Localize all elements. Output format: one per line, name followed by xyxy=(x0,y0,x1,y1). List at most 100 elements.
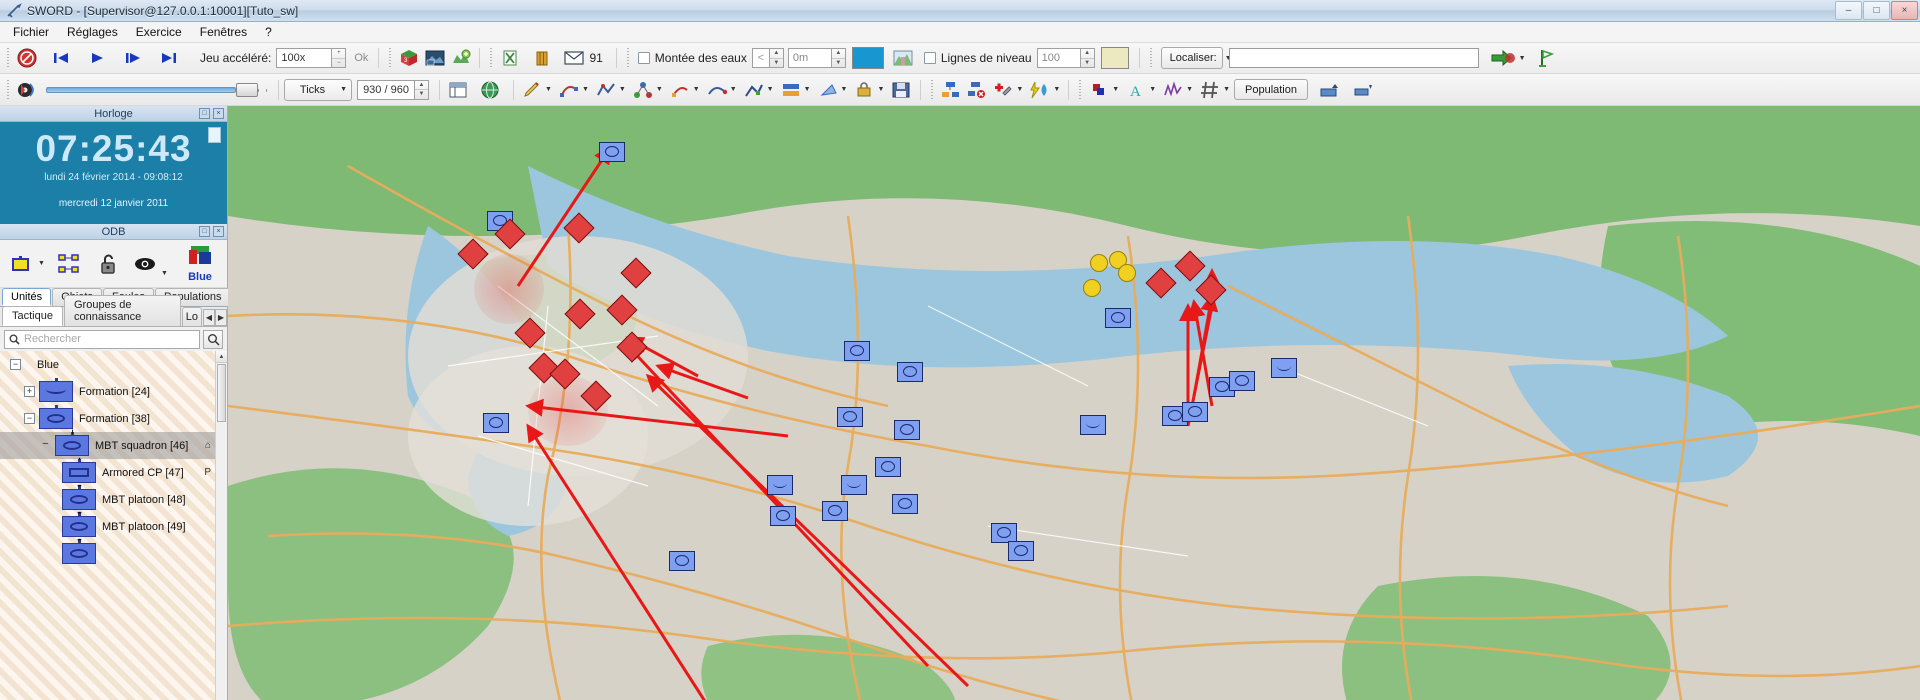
chevron-down-icon[interactable]: ▼ xyxy=(656,86,663,93)
map-unit-blue[interactable] xyxy=(1080,415,1106,435)
terrain-profile-icon[interactable] xyxy=(890,46,916,70)
chevron-down-icon[interactable]: ▼ xyxy=(1112,86,1119,93)
maximize-button[interactable]: □ xyxy=(1863,1,1890,20)
clock-panel-close[interactable]: × xyxy=(213,108,224,119)
chevron-down-icon[interactable]: ▼ xyxy=(161,270,168,277)
toolbar-grip[interactable] xyxy=(1148,48,1154,68)
lock-area-icon[interactable] xyxy=(851,78,877,102)
panel-bottom-icon[interactable] xyxy=(1350,78,1376,102)
map-unit-blue[interactable] xyxy=(483,413,509,433)
population-button[interactable]: Population xyxy=(1234,79,1308,100)
tree-node-partial[interactable]: ••• xyxy=(0,540,227,567)
shape-draw-icon[interactable] xyxy=(556,78,582,102)
odb-panel-maximize[interactable]: □ xyxy=(199,226,210,237)
terrain-band-icon[interactable] xyxy=(778,78,804,102)
map-unit-blue[interactable] xyxy=(770,506,796,526)
map-unit-blue[interactable] xyxy=(837,407,863,427)
map-unit-blue[interactable] xyxy=(599,142,625,162)
map-unit-neutral[interactable] xyxy=(1118,264,1136,282)
contour-interval-input[interactable]: 100 xyxy=(1037,48,1081,68)
map-unit-blue[interactable] xyxy=(1105,308,1131,328)
subtab-logistique[interactable]: Lo xyxy=(182,307,202,326)
map-unit-blue[interactable] xyxy=(841,475,867,495)
skip-forward-icon[interactable] xyxy=(156,46,182,70)
map-unit-blue[interactable] xyxy=(844,341,870,361)
map-unit-blue[interactable] xyxy=(1229,371,1255,391)
cone-view-icon[interactable] xyxy=(815,78,841,102)
odb-panel-close[interactable]: × xyxy=(213,226,224,237)
org-chart-icon[interactable] xyxy=(938,78,964,102)
toolbar-grip[interactable] xyxy=(5,48,11,68)
tree-expander[interactable]: − xyxy=(10,359,21,370)
map-unit-blue[interactable] xyxy=(897,362,923,382)
tree-node-formation-38[interactable]: − Formation [38] xyxy=(0,405,227,432)
document-icon[interactable] xyxy=(208,127,221,143)
tactical-map[interactable] xyxy=(228,106,1920,700)
speed-stepper[interactable]: +− xyxy=(332,48,346,68)
tree-expander[interactable]: + xyxy=(24,386,35,397)
chevron-down-icon[interactable]: ▼ xyxy=(1016,86,1023,93)
unit-filter-icon[interactable] xyxy=(8,252,34,276)
vector-edit-icon[interactable] xyxy=(741,78,767,102)
water-updown-stepper[interactable]: ▲▼ xyxy=(770,48,784,68)
3d-view-icon[interactable]: 3 xyxy=(396,46,422,70)
chevron-down-icon[interactable]: ▼ xyxy=(877,86,884,93)
chevron-down-icon[interactable]: ▼ xyxy=(619,86,626,93)
map-unit-neutral[interactable] xyxy=(1083,279,1101,297)
map-unit-blue[interactable] xyxy=(767,475,793,495)
tree-expander[interactable]: − xyxy=(24,413,35,424)
water-level-stepper[interactable]: ▲▼ xyxy=(832,48,846,68)
tree-expander[interactable]: − xyxy=(40,440,51,451)
chevron-down-icon[interactable]: ▼ xyxy=(1149,86,1156,93)
search-advanced-icon[interactable] xyxy=(203,330,223,349)
toolbar-grip[interactable] xyxy=(5,80,11,100)
contour-lines-checkbox[interactable] xyxy=(924,52,936,64)
skip-back-icon[interactable] xyxy=(48,46,74,70)
path-edit-icon[interactable] xyxy=(667,78,693,102)
water-level-input[interactable]: 0m xyxy=(788,48,832,68)
map-unit-blue[interactable] xyxy=(894,420,920,440)
tree-node-mbt-platoon-49[interactable]: ••• MBT platoon [49] xyxy=(0,513,227,540)
menu-fenetres[interactable]: Fenêtres xyxy=(191,23,256,41)
chevron-down-icon[interactable]: ▼ xyxy=(1186,86,1193,93)
menu-fichier[interactable]: Fichier xyxy=(4,23,58,41)
grid-table-icon[interactable] xyxy=(445,78,471,102)
tree-node-mbt-platoon-48[interactable]: ••• MBT platoon [48] xyxy=(0,486,227,513)
unlock-icon[interactable] xyxy=(95,252,121,276)
add-map-layer-icon[interactable] xyxy=(448,46,474,70)
water-color-swatch[interactable] xyxy=(852,47,884,69)
tree-node-blue[interactable]: − Blue xyxy=(0,351,227,378)
map-unit-blue[interactable] xyxy=(669,551,695,571)
text-label-icon[interactable]: A xyxy=(1123,78,1149,102)
menu-exercice[interactable]: Exercice xyxy=(127,23,191,41)
play-icon[interactable] xyxy=(84,46,110,70)
toolbar-grip[interactable] xyxy=(929,80,935,100)
tab-unites[interactable]: Unités xyxy=(2,288,51,306)
grid-hash-icon[interactable] xyxy=(1197,78,1223,102)
power-water-icon[interactable] xyxy=(1027,78,1053,102)
go-to-icon[interactable] xyxy=(1489,46,1519,70)
curve-edit-icon[interactable] xyxy=(704,78,730,102)
search-input[interactable]: Rechercher xyxy=(4,330,200,349)
chevron-down-icon[interactable]: ▼ xyxy=(1223,86,1230,93)
scroll-up-arrow-icon[interactable]: ▲ xyxy=(216,351,227,363)
subtab-prev-button[interactable]: ◀ xyxy=(203,309,215,326)
map-unit-blue[interactable] xyxy=(1182,402,1208,422)
close-button[interactable]: × xyxy=(1891,1,1918,20)
tree-node-formation-24[interactable]: + Formation [24] xyxy=(0,378,227,405)
tick-stepper[interactable]: ▲▼ xyxy=(415,80,429,100)
scroll-thumb[interactable] xyxy=(217,364,226,422)
globe-icon[interactable] xyxy=(477,78,503,102)
save-disk-icon[interactable] xyxy=(888,78,914,102)
water-rise-checkbox[interactable] xyxy=(638,52,650,64)
map-unit-neutral[interactable] xyxy=(1090,254,1108,272)
clock-panel-maximize[interactable]: □ xyxy=(199,108,210,119)
subtab-tactique[interactable]: Tactique xyxy=(2,306,63,326)
toolbar-grip[interactable] xyxy=(625,48,631,68)
chevron-down-icon[interactable]: ▼ xyxy=(767,86,774,93)
minimize-button[interactable]: – xyxy=(1835,1,1862,20)
tree-node-mbt-squadron-46[interactable]: − ll MBT squadron [46] ⌂ xyxy=(0,432,227,459)
org-chart-delete-icon[interactable] xyxy=(964,78,990,102)
tick-counter-input[interactable]: 930 / 960 xyxy=(357,80,415,100)
toolbar-grip[interactable] xyxy=(1077,80,1083,100)
